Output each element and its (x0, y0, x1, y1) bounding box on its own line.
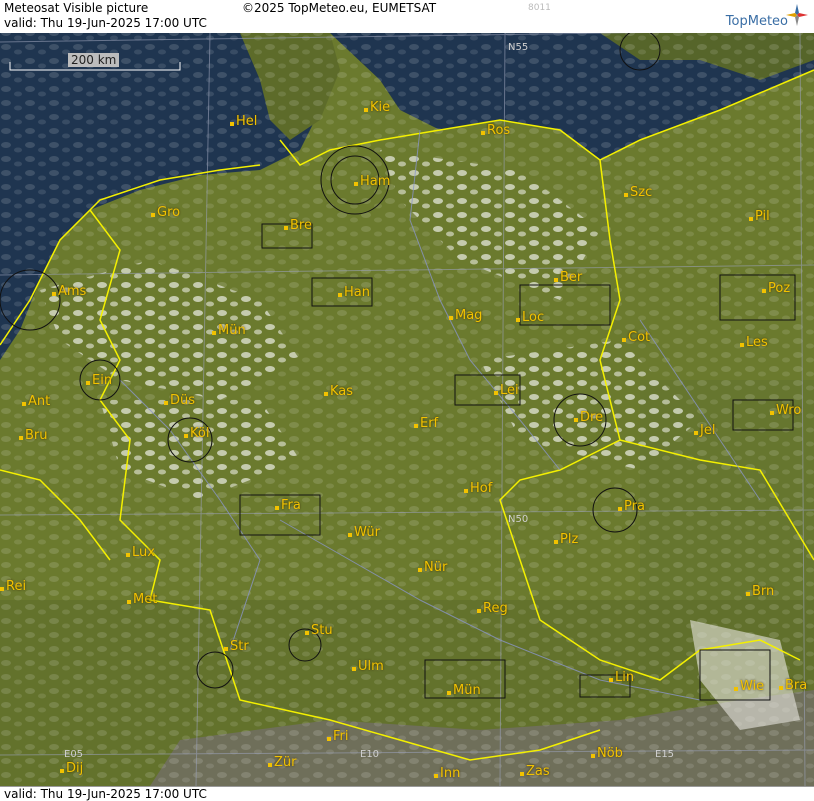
city-label: Ber (553, 270, 583, 285)
city-label: Reg (477, 601, 508, 616)
grid-label: E05 (64, 749, 84, 760)
city-label: Loc (515, 310, 545, 325)
city-label: Stu (305, 623, 333, 638)
city-label: Ulm (352, 659, 384, 674)
city-label: Ros (480, 123, 511, 138)
city-label: Han (338, 285, 370, 300)
city-label: Bra (778, 678, 808, 693)
city-label: Dij (59, 761, 84, 776)
city-label: Pil (749, 209, 770, 224)
city-label: Bru (19, 428, 48, 443)
city-label: Rei (0, 579, 27, 594)
page: Meteosat Visible picture valid: Thu 19-J… (0, 0, 814, 801)
city-label: Plz (553, 532, 579, 547)
city-label: Gro (150, 205, 181, 220)
grid-label: N50 (508, 514, 529, 525)
city-label: Mün (212, 323, 246, 338)
satellite-map[interactable] (0, 33, 814, 786)
grid-label: E15 (655, 749, 675, 760)
city-label: Mag (448, 308, 483, 323)
city-label: Ham (353, 174, 391, 189)
city-label: Ams (51, 284, 87, 299)
city-label: Dre (573, 410, 604, 425)
city-label: Wür (348, 525, 380, 540)
city-label: Poz (761, 281, 791, 296)
footer-bar: valid: Thu 19-Jun-2025 17:00 UTC (0, 786, 814, 801)
city-label: Brn (745, 584, 775, 599)
scale-label: 200 km (68, 53, 120, 67)
city-label: Pra (618, 499, 645, 514)
valid-time: valid: Thu 19-Jun-2025 17:00 UTC (4, 16, 207, 30)
city-label: Met (126, 592, 158, 607)
city-label: Zas (520, 764, 550, 779)
city-label: Inn (433, 766, 461, 781)
city-label: Jel (693, 423, 716, 438)
footer-valid-time: valid: Thu 19-Jun-2025 17:00 UTC (4, 787, 207, 801)
compass-icon (786, 4, 808, 26)
city-label: Str (224, 639, 249, 654)
city-label: Hof (463, 481, 493, 496)
city-label: Zür (268, 755, 297, 770)
city-label: Erf (413, 416, 439, 431)
city-label: Lei (494, 383, 519, 398)
city-label: Fra (275, 498, 301, 513)
copyright: ©2025 TopMeteo.eu, EUMETSAT (242, 1, 437, 15)
city-label: Szc (623, 185, 653, 200)
city-label: Cot (621, 330, 651, 345)
city-label: Köl (183, 426, 210, 441)
city-label: Lux (126, 545, 155, 560)
city-label: Mün (447, 683, 481, 698)
image-code: 8011 (528, 3, 551, 13)
city-label: Ant (21, 394, 51, 409)
city-label: Nöb (591, 746, 623, 761)
city-label: Les (740, 335, 768, 350)
city-label: Lin (608, 670, 635, 685)
city-label: Kie (363, 100, 391, 115)
grid-label: E10 (360, 749, 380, 760)
product-title: Meteosat Visible picture (4, 1, 149, 15)
city-label: Hel (229, 114, 258, 129)
city-label: Kas (323, 384, 354, 399)
city-label: Fri (327, 729, 349, 744)
city-label: Wie (733, 679, 765, 694)
topmeteo-logo[interactable]: TopMeteo (726, 14, 788, 29)
header-bar: Meteosat Visible picture valid: Thu 19-J… (0, 0, 814, 34)
city-label: Düs (163, 393, 196, 408)
grid-label: N55 (508, 42, 529, 53)
city-label: Ein (85, 373, 113, 388)
city-label: Nür (417, 560, 448, 575)
city-label: Wro (769, 403, 802, 418)
city-label: Bre (284, 218, 312, 233)
